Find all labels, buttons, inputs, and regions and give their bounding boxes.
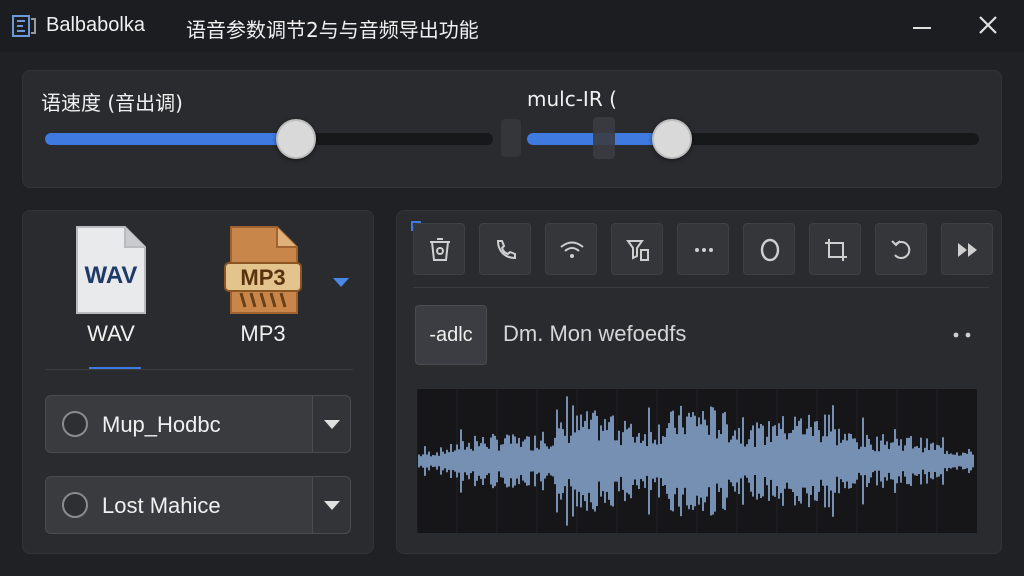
record-icon — [760, 238, 780, 262]
toolbar-divider — [413, 287, 989, 288]
voice-option-radio[interactable] — [62, 411, 88, 437]
phone-icon — [496, 240, 516, 260]
audio-waveform — [417, 389, 974, 533]
filter-icon — [626, 240, 649, 261]
rate-slider-thumb[interactable] — [275, 119, 316, 159]
chevron-down-icon — [324, 501, 340, 510]
voice-option-dropdown-button[interactable] — [312, 396, 350, 452]
machine-option-radio[interactable] — [62, 492, 88, 518]
wav-file-icon: WAV — [76, 226, 146, 314]
chevron-down-icon — [324, 420, 340, 429]
balabolka-logo-icon — [12, 15, 36, 37]
wav-format-tile[interactable]: WAV WAV — [71, 223, 151, 347]
mp3-caption: MP3 — [240, 321, 286, 346]
filter-button[interactable] — [611, 223, 663, 275]
mp3-file-icon: MP3 — [224, 226, 302, 314]
more-horizontal-icon — [695, 248, 713, 252]
wifi-icon — [560, 241, 584, 258]
machine-option-dropdown-button[interactable] — [312, 477, 350, 533]
voice-option-combo[interactable]: Mup_Hodbc — [45, 395, 351, 453]
pitch-center-marker — [593, 117, 615, 159]
track-label: Dm. Mon wefoedfs — [503, 321, 687, 346]
undo-button[interactable] — [875, 223, 927, 275]
close-icon — [979, 16, 997, 34]
wav-caption: WAV — [87, 321, 135, 346]
app-name: Balbabolka — [46, 14, 145, 36]
export-format-panel: WAV WAV MP3 MP3 Mup_Hodbc Lost Mahice — [22, 210, 374, 554]
window-title: 语音参数调节2与与音频导出功能 — [186, 18, 479, 42]
wifi-button[interactable] — [545, 223, 597, 275]
crop-icon — [825, 239, 847, 261]
waveform-view[interactable] — [417, 389, 977, 533]
more-options-button[interactable] — [677, 223, 729, 275]
crop-button[interactable] — [809, 223, 861, 275]
audio-tools-panel: -adlc Dm. Mon wefoedfs — [396, 210, 1002, 554]
audio-button[interactable]: -adlc — [415, 305, 487, 365]
minimize-icon — [913, 27, 931, 29]
title-bar: Balbabolka 语音参数调节2与与音频导出功能 — [0, 0, 1024, 52]
pitch-label: mulc-IR ( — [527, 87, 617, 111]
fast-forward-button[interactable] — [941, 223, 993, 275]
machine-option-combo[interactable]: Lost Mahice — [45, 476, 351, 534]
undo-icon — [891, 240, 911, 260]
machine-option-label: Lost Mahice — [102, 493, 221, 518]
trash-button[interactable] — [413, 223, 465, 275]
phone-button[interactable] — [479, 223, 531, 275]
format-dropdown-icon[interactable] — [331, 275, 351, 289]
voice-parameters-panel: 语速度 (音出调) mulc-IR ( — [22, 70, 1002, 188]
minimize-button[interactable] — [904, 10, 940, 42]
format-divider — [45, 369, 353, 370]
slider-divider-handle[interactable] — [501, 119, 521, 157]
rate-slider-fill — [45, 133, 296, 145]
wav-badge: WAV — [85, 262, 138, 289]
pitch-slider-thumb[interactable] — [651, 119, 692, 159]
record-button[interactable] — [743, 223, 795, 275]
more-dots-icon[interactable] — [951, 325, 973, 345]
rate-label: 语速度 (音出调) — [41, 91, 183, 115]
trash-icon — [430, 238, 450, 261]
close-button[interactable] — [970, 10, 1006, 42]
mp3-badge: MP3 — [240, 265, 285, 290]
voice-option-label: Mup_Hodbc — [102, 412, 221, 437]
rate-slider-track[interactable] — [45, 133, 493, 145]
mp3-format-tile[interactable]: MP3 MP3 — [223, 223, 303, 347]
fast-forward-icon — [958, 243, 977, 257]
